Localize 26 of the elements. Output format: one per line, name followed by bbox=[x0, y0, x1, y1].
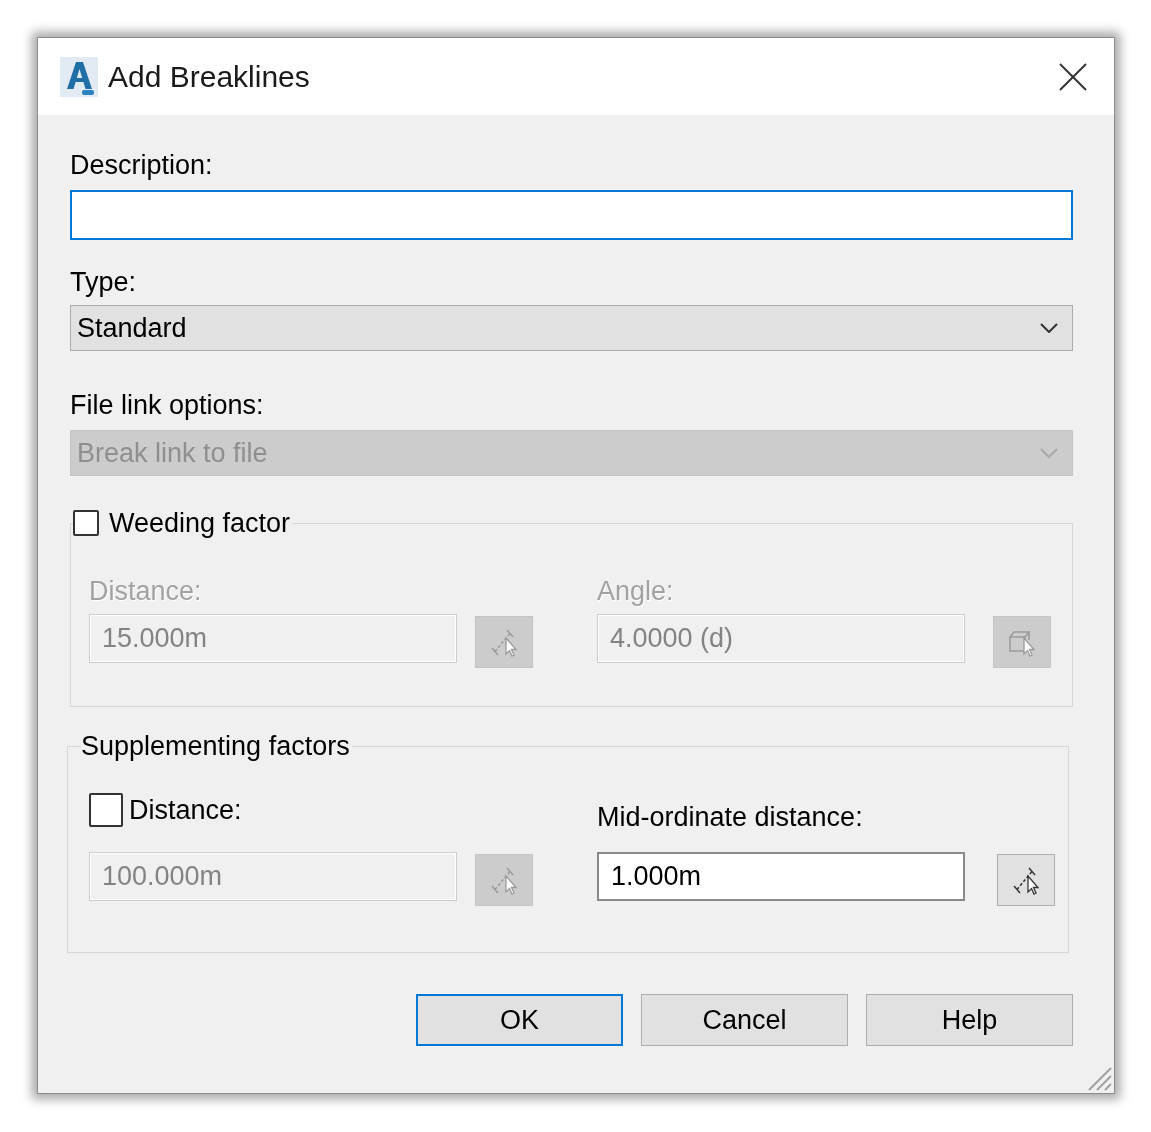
field-label: Description: bbox=[70, 149, 213, 181]
dimension-pointer-icon bbox=[489, 865, 519, 895]
field-label: Distance: bbox=[89, 575, 202, 607]
group-title: Supplementing factors bbox=[81, 730, 350, 762]
input-field[interactable] bbox=[70, 190, 1073, 240]
text-field[interactable]: 1.000m bbox=[597, 852, 965, 901]
dialog-button[interactable]: Cancel bbox=[641, 994, 848, 1046]
pick-button[interactable] bbox=[997, 854, 1055, 906]
checkbox-label: Weeding factor bbox=[109, 507, 291, 539]
dimension-pointer-icon bbox=[489, 627, 519, 657]
chevron-down-icon bbox=[1040, 448, 1058, 458]
field-label: Mid-ordinate distance: bbox=[597, 801, 863, 833]
checkbox[interactable] bbox=[73, 510, 99, 536]
chevron-down-icon bbox=[1040, 323, 1058, 333]
window-title: Add Breaklines bbox=[108, 58, 311, 95]
field-label: Angle: bbox=[597, 575, 674, 607]
dropdown[interactable]: Standard bbox=[70, 305, 1073, 351]
dialog-button[interactable]: Help bbox=[866, 994, 1073, 1046]
close-icon bbox=[1059, 62, 1087, 91]
checkbox-label: Distance: bbox=[129, 794, 242, 826]
field-label: File link options: bbox=[70, 389, 264, 421]
dimension-pointer-icon bbox=[1011, 865, 1041, 895]
field-label: Type: bbox=[70, 266, 137, 298]
app-logo-icon bbox=[60, 56, 98, 97]
dialog-button[interactable]: OK bbox=[416, 994, 623, 1046]
close-button[interactable] bbox=[1058, 61, 1088, 92]
